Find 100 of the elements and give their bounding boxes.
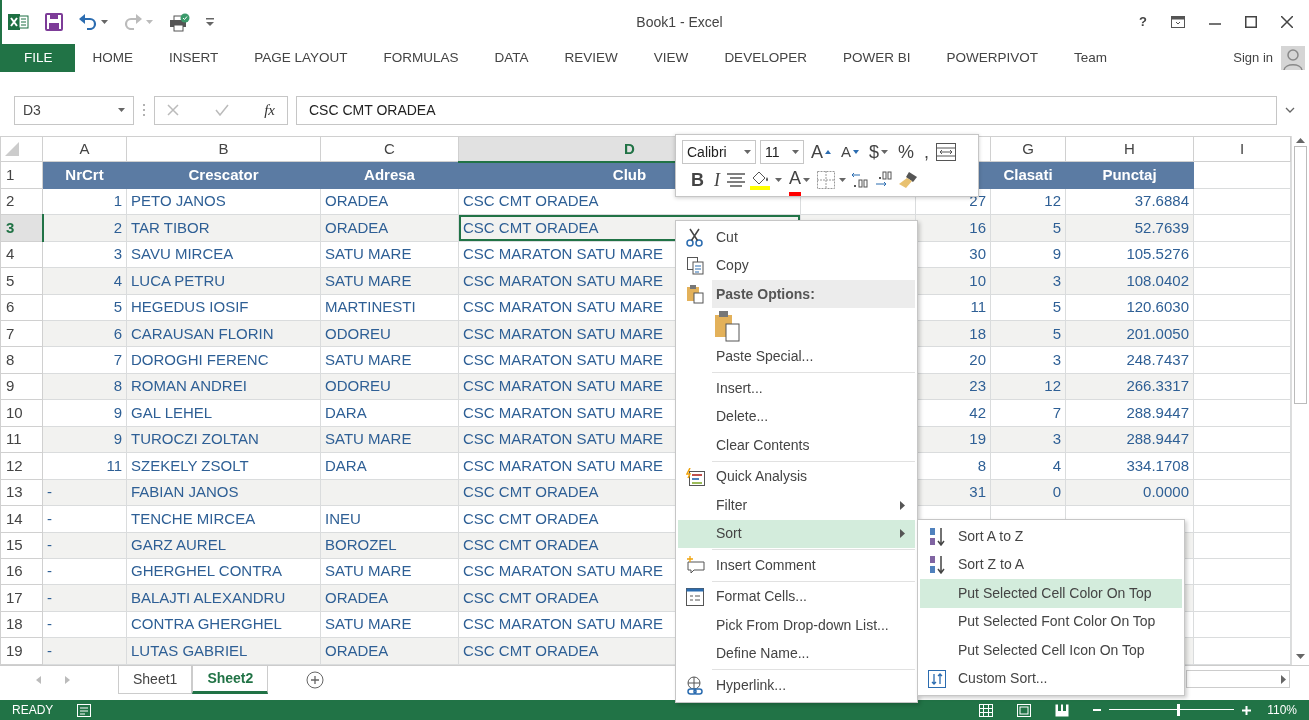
row-header[interactable]: 19 [0,637,43,665]
customize-icon[interactable] [206,18,214,26]
format-painter-icon[interactable] [898,171,918,189]
paste-icon[interactable] [714,309,740,342]
vertical-scrollbar[interactable] [1291,136,1309,665]
comma-button[interactable]: , [921,140,933,164]
borders-icon[interactable] [817,171,835,189]
grip-dots-icon [142,103,146,117]
close-icon[interactable] [1281,16,1293,28]
font-select[interactable]: Calibri [682,140,756,164]
grow-font-button[interactable]: A [808,140,834,164]
undo-icon[interactable] [79,14,97,30]
ribbon-tab[interactable]: POWER BI [824,44,929,72]
add-sheet-icon[interactable] [306,671,325,689]
up-triangle-icon [825,150,831,154]
decrease-decimal-icon[interactable] [874,171,894,189]
name-box[interactable]: D3 [14,95,134,125]
menu-item[interactable]: Sort A to Z [920,522,1182,551]
increase-decimal-icon[interactable] [850,171,870,189]
ribbon-tab[interactable]: VIEW [635,44,707,72]
horizontal-scrollbar[interactable] [1186,670,1290,688]
ribbon-tab[interactable]: INSERT [151,44,237,72]
percent-button[interactable]: % [895,140,918,164]
help-button[interactable]: ? [1139,12,1147,32]
zoom-in-icon[interactable] [1242,705,1252,715]
sheet-tab[interactable]: Sheet1 [118,666,193,694]
excel-logo-icon[interactable] [8,13,29,31]
align-center-icon[interactable] [727,173,745,187]
column-header[interactable]: C [320,136,459,162]
row-header[interactable]: 10 [0,399,43,427]
row-header[interactable]: 7 [0,320,43,347]
zoom-slider[interactable] [1109,704,1235,716]
menu-item[interactable]: Hyperlink... [678,671,915,700]
save-icon[interactable] [45,13,63,31]
row-header[interactable]: 17 [0,584,43,612]
ribbon-tab[interactable]: HOME [74,44,151,72]
zoom-level[interactable]: 110% [1267,701,1297,719]
row-header[interactable]: 11 [0,426,43,453]
menu-item[interactable]: Put Selected Cell Icon On Top [920,636,1182,665]
row-header[interactable]: 14 [0,505,43,533]
ribbon-display-icon[interactable] [1171,16,1185,28]
scroll-down-icon[interactable] [1296,654,1305,659]
check-icon[interactable] [214,104,229,116]
menu-item[interactable]: Custom Sort... [920,664,1182,693]
ribbon-tab[interactable]: DATA [476,44,547,72]
expand-caret-icon[interactable] [1285,107,1295,113]
currency-button[interactable]: $ [866,140,892,164]
column-header[interactable]: B [126,136,321,162]
row-header[interactable]: 1 [0,161,43,189]
row-header[interactable]: 18 [0,611,43,638]
down-triangle-icon [853,150,860,154]
wrap-text-icon[interactable] [936,143,957,161]
ribbon-tab[interactable]: Team [1055,44,1125,72]
menu-item[interactable]: Put Selected Cell Color On Top [920,579,1182,608]
column-header[interactable]: H [1065,136,1194,162]
fill-color-icon[interactable] [749,170,771,190]
sort-ascending-icon [928,526,946,546]
ribbon-tab[interactable]: FILE [2,44,75,72]
insert-function-button[interactable]: fx [264,98,275,122]
table-cell: 11 [42,452,127,480]
row-header[interactable]: 4 [0,241,43,268]
row-header[interactable]: 12 [0,452,43,480]
table-cell: CARAUSAN FLORIN [126,320,321,347]
page-break-icon[interactable] [1055,703,1070,717]
column-header[interactable]: G [990,136,1066,162]
caret-icon[interactable] [839,178,846,182]
column-header[interactable]: I [1193,136,1291,162]
menu-item[interactable]: Put Selected Font Color On Top [920,607,1182,636]
ribbon-tab[interactable]: REVIEW [546,44,636,72]
ribbon-tab[interactable]: DEVELOPER [706,44,825,72]
caret-icon[interactable] [101,20,108,24]
font-size-select[interactable]: 11 [760,140,804,164]
row-header[interactable]: 13 [0,479,43,506]
scroll-right-icon[interactable] [1281,674,1286,684]
row-header[interactable]: 2 [0,188,43,215]
row-header[interactable]: 3 [0,214,43,242]
row-header[interactable]: 5 [0,267,43,295]
sheet-tab[interactable]: Sheet2 [192,666,269,694]
header-cell: Crescator [126,161,321,189]
column-header[interactable]: A [42,136,127,162]
row-header[interactable]: 15 [0,532,43,559]
zoom-out-icon[interactable] [1093,706,1102,714]
ribbon-tab[interactable]: PAGE LAYOUT [236,44,366,72]
row-header[interactable]: 16 [0,558,43,585]
scroll-up-icon[interactable] [1296,138,1305,143]
macro-record-icon[interactable] [77,703,92,717]
row-header[interactable]: 9 [0,373,43,400]
menu-item[interactable]: Sort Z to A [920,550,1182,579]
row-header[interactable]: 6 [0,294,43,321]
page-layout-icon[interactable] [1017,703,1032,717]
maximize-icon[interactable] [1245,16,1257,28]
normal-view-icon[interactable] [979,703,994,717]
formula-field[interactable]: CSC CMT ORADEA [296,95,1277,125]
ribbon-tab[interactable]: FORMULAS [365,44,477,72]
shrink-font-button[interactable]: A [838,140,863,164]
caret-icon[interactable] [775,178,782,182]
sign-in-link[interactable]: Sign in [1233,48,1273,68]
ribbon-tab[interactable]: POWERPIVOT [928,44,1056,72]
row-header[interactable]: 8 [0,347,43,374]
menu-item[interactable]: Sort [678,519,915,548]
